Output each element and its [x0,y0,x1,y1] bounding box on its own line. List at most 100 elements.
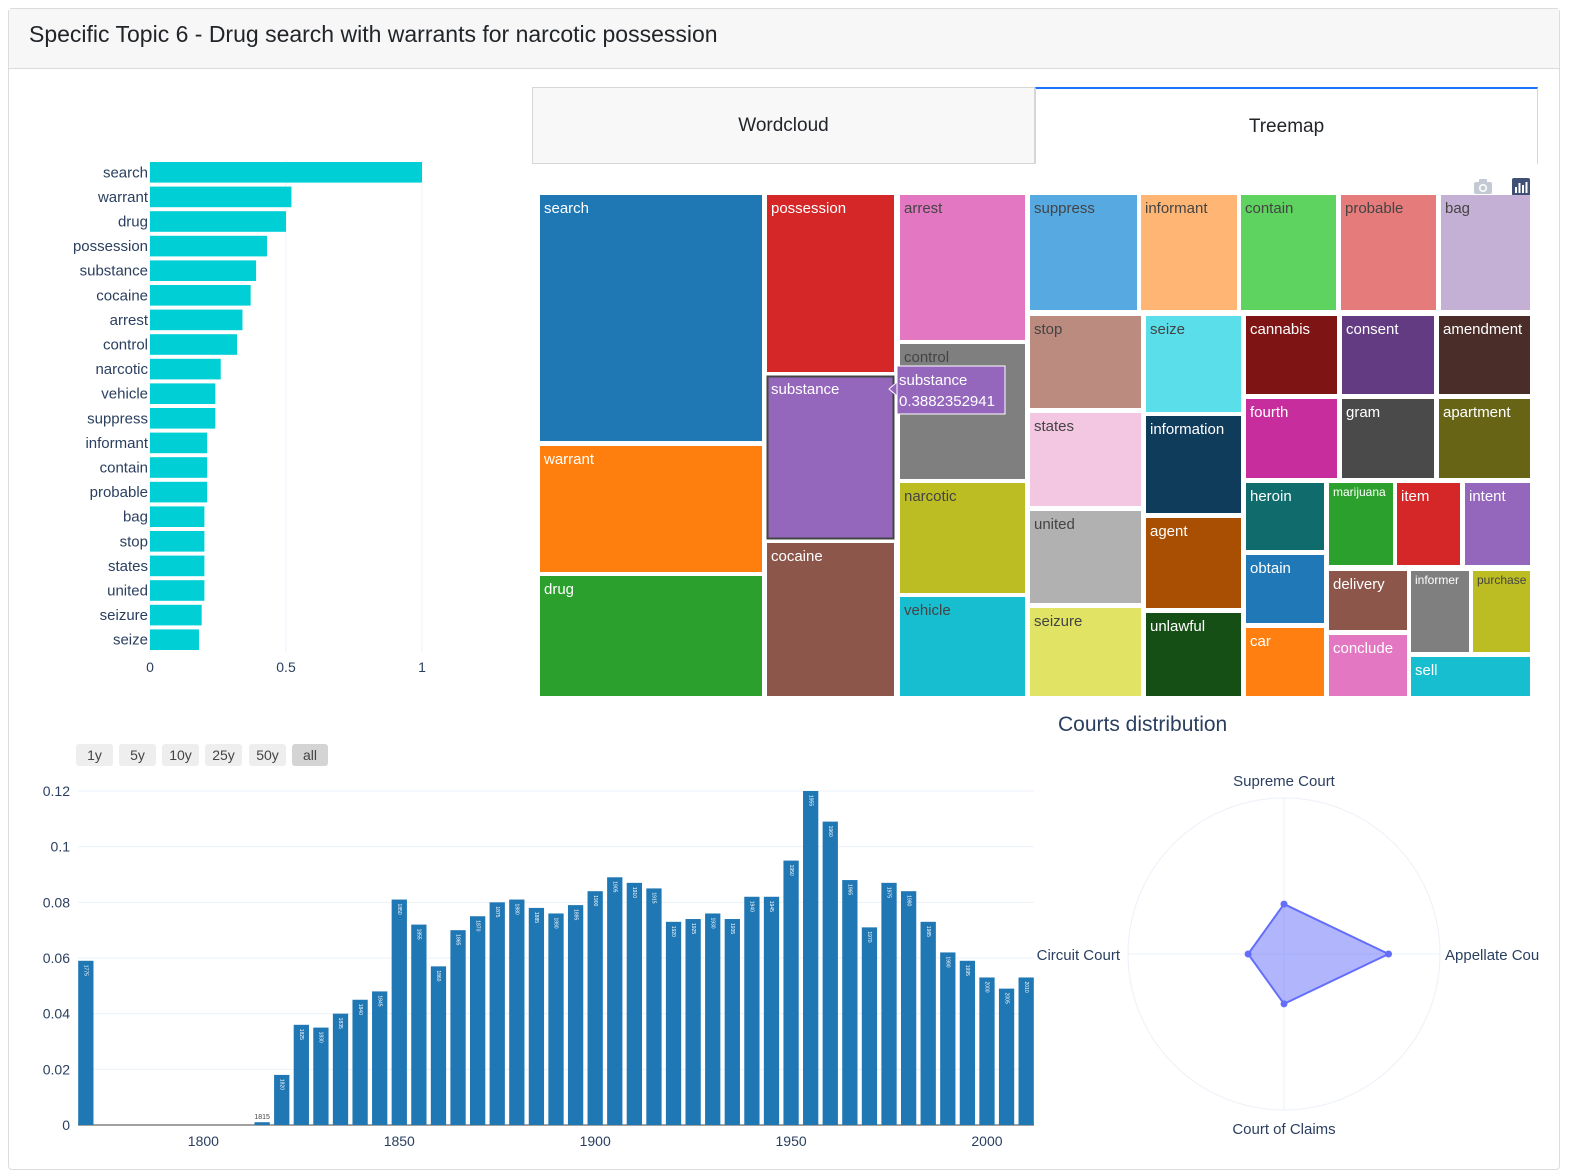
treemap-tile-sell[interactable]: sell [1411,657,1530,696]
treemap-tile-cocaine[interactable]: cocaine [767,543,894,696]
tile-label: fourth [1250,404,1288,421]
tile-label: marijuana [1333,485,1386,499]
treemap-tile-stop[interactable]: stop [1030,316,1141,408]
category-label: suppress [87,410,148,427]
bar-label: 1910 [631,887,637,898]
treemap-tile-narcotic[interactable]: narcotic [900,483,1025,593]
treemap-tile-warrant[interactable]: warrant [540,446,762,572]
treemap-tile-conclude[interactable]: conclude [1329,635,1407,696]
bar-arrest [150,309,243,331]
tile-label: intent [1469,488,1507,505]
treemap-tile-probable[interactable]: probable [1341,195,1436,310]
treemap-tile-informer[interactable]: informer [1411,571,1469,652]
bar-label: 1845 [376,995,382,1006]
treemap-tile-possession[interactable]: possession [767,195,894,372]
treemap-tile-gram[interactable]: gram [1342,399,1434,478]
category-label: substance [80,263,148,280]
year-bar [607,877,623,1125]
bar-label: 1960 [827,826,833,837]
treemap-tile-fourth[interactable]: fourth [1246,399,1337,478]
tile-label: contain [1245,200,1293,217]
tile-label: probable [1345,200,1403,217]
year-bar [78,960,94,1125]
tile-label: bag [1445,200,1470,217]
treemap-tile-heroin[interactable]: heroin [1246,483,1324,550]
range-button-5y[interactable]: 5y [119,744,156,766]
treemap-tile-substance[interactable]: substance [767,376,894,539]
bar-label: 2000 [984,981,990,992]
treemap-tile-unlawful[interactable]: unlawful [1146,613,1241,696]
treemap-tile-apartment[interactable]: apartment [1439,399,1530,478]
bar-label: 1980 [905,895,911,906]
tile-label: cocaine [771,548,823,565]
tile-label: item [1401,488,1429,505]
y-tick-label: 0.04 [43,1006,70,1022]
range-button-25y[interactable]: 25y [205,744,242,766]
treemap-tile-intent[interactable]: intent [1465,483,1530,565]
bar-label: 1900 [592,895,598,906]
treemap-tile-cannabis[interactable]: cannabis [1246,316,1337,394]
treemap-tile-united[interactable]: united [1030,511,1141,603]
treemap-tile-search[interactable]: search [540,195,762,441]
bar-control [150,334,238,355]
radar-area [1246,902,1391,1006]
treemap-tile-delivery[interactable]: delivery [1329,571,1407,630]
treemap-tile-arrest[interactable]: arrest [900,195,1025,340]
year-bar [920,921,936,1125]
bar-label: 1990 [944,956,950,967]
treemap-tile-seizure[interactable]: seizure [1030,608,1141,696]
tile-label: narcotic [904,488,957,505]
treemap-tile-information[interactable]: information [1146,416,1241,513]
bar-suppress [150,408,216,429]
radar-axis-label: Court of Claims [1232,1121,1335,1138]
range-button-all[interactable]: all [292,744,328,766]
treemap-tile-informant[interactable]: informant [1141,195,1237,310]
year-bar [548,913,564,1125]
year-bar [783,860,799,1125]
bar-label: 1860 [435,970,441,981]
treemap-tile-amendment[interactable]: amendment [1439,316,1530,394]
treemap-chart[interactable]: search warrant drug possession substance coca… [530,185,1540,705]
treemap-tile-contain[interactable]: contain [1241,195,1336,310]
bar-label: 1820 [278,1079,284,1090]
range-button-1y[interactable]: 1y [76,744,113,766]
bar-bag [150,506,205,527]
treemap-tile-marijuana[interactable]: marijuana [1329,483,1393,565]
treemap-tile-purchase[interactable]: purchase [1473,571,1530,652]
category-label: vehicle [101,386,148,403]
treemap-tile-suppress[interactable]: suppress [1030,195,1137,310]
bar-label: 1835 [337,1018,343,1029]
tab-wordcloud[interactable]: Wordcloud [532,87,1035,164]
treemap-tile-drug[interactable]: drug [540,576,762,696]
bar-label: 1940 [749,901,755,912]
tile-rect [767,195,894,372]
bar-label: 2010 [1023,981,1029,992]
year-bar [979,977,995,1125]
range-button-10y[interactable]: 10y [162,744,199,766]
bar-label: 1825 [298,1029,304,1040]
treemap-tile-seize[interactable]: seize [1146,316,1241,412]
treemap-tile-obtain[interactable]: obtain [1246,555,1324,623]
bar-states [150,555,205,577]
tab-treemap[interactable]: Treemap [1035,87,1538,164]
bar-label: 1870 [474,920,480,931]
year-bar [587,891,603,1125]
tile-label: obtain [1250,560,1291,577]
range-button-50y[interactable]: 50y [249,744,286,766]
treemap-tile-bag[interactable]: bag [1441,195,1530,310]
tile-label: unlawful [1150,618,1205,635]
bar-united [150,580,205,601]
radar-axis-label: Appellate Cou [1445,947,1539,964]
treemap-tile-agent[interactable]: agent [1146,518,1241,608]
tile-label: informant [1145,200,1208,217]
year-bar [626,882,643,1125]
treemap-tile-consent[interactable]: consent [1342,316,1434,394]
category-label: seize [113,632,148,649]
tile-label: gram [1346,404,1380,421]
treemap-tile-vehicle[interactable]: vehicle [900,597,1025,696]
bar-informant [150,432,208,454]
treemap-tile-item[interactable]: item [1397,483,1460,565]
treemap-tile-states[interactable]: states [1030,413,1141,506]
treemap-tile-car[interactable]: car [1246,628,1324,696]
tile-label: apartment [1443,404,1511,421]
